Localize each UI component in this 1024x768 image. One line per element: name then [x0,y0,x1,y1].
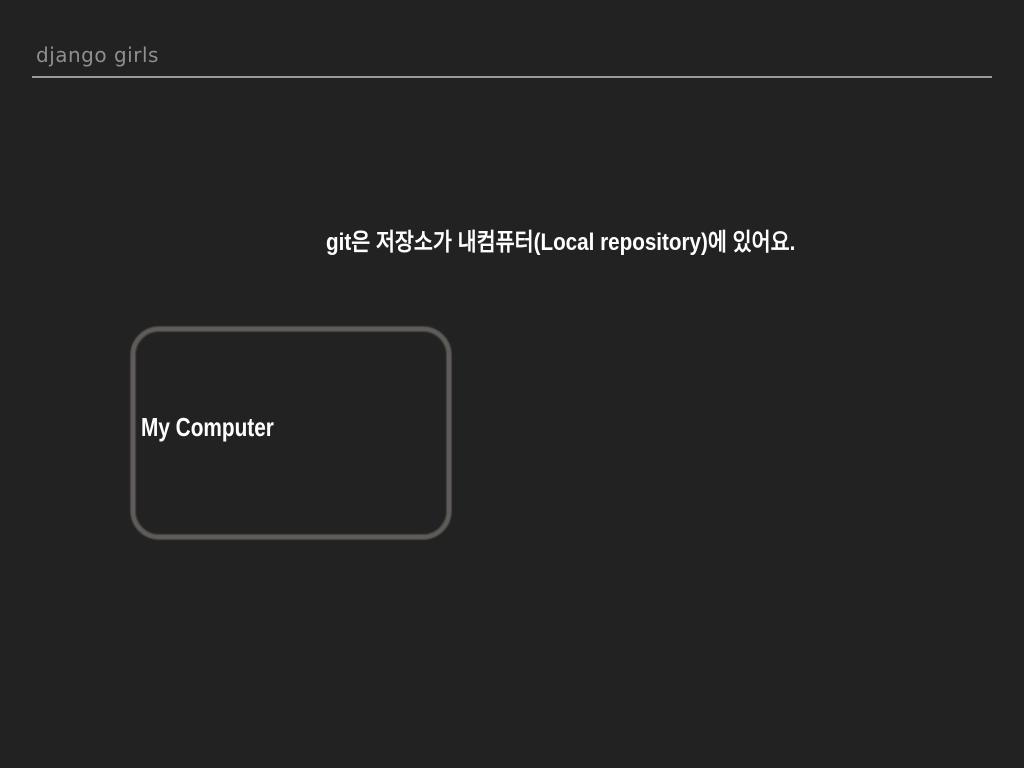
header-divider [32,76,992,78]
slide: django girls git은 저장소가 내컴퓨터(Local reposi… [0,0,1024,768]
my-computer-label: My Computer [141,412,274,442]
slide-caption: git은 저장소가 내컴퓨터(Local repository)에 있어요. [326,229,796,256]
header-title: django girls [36,43,159,67]
